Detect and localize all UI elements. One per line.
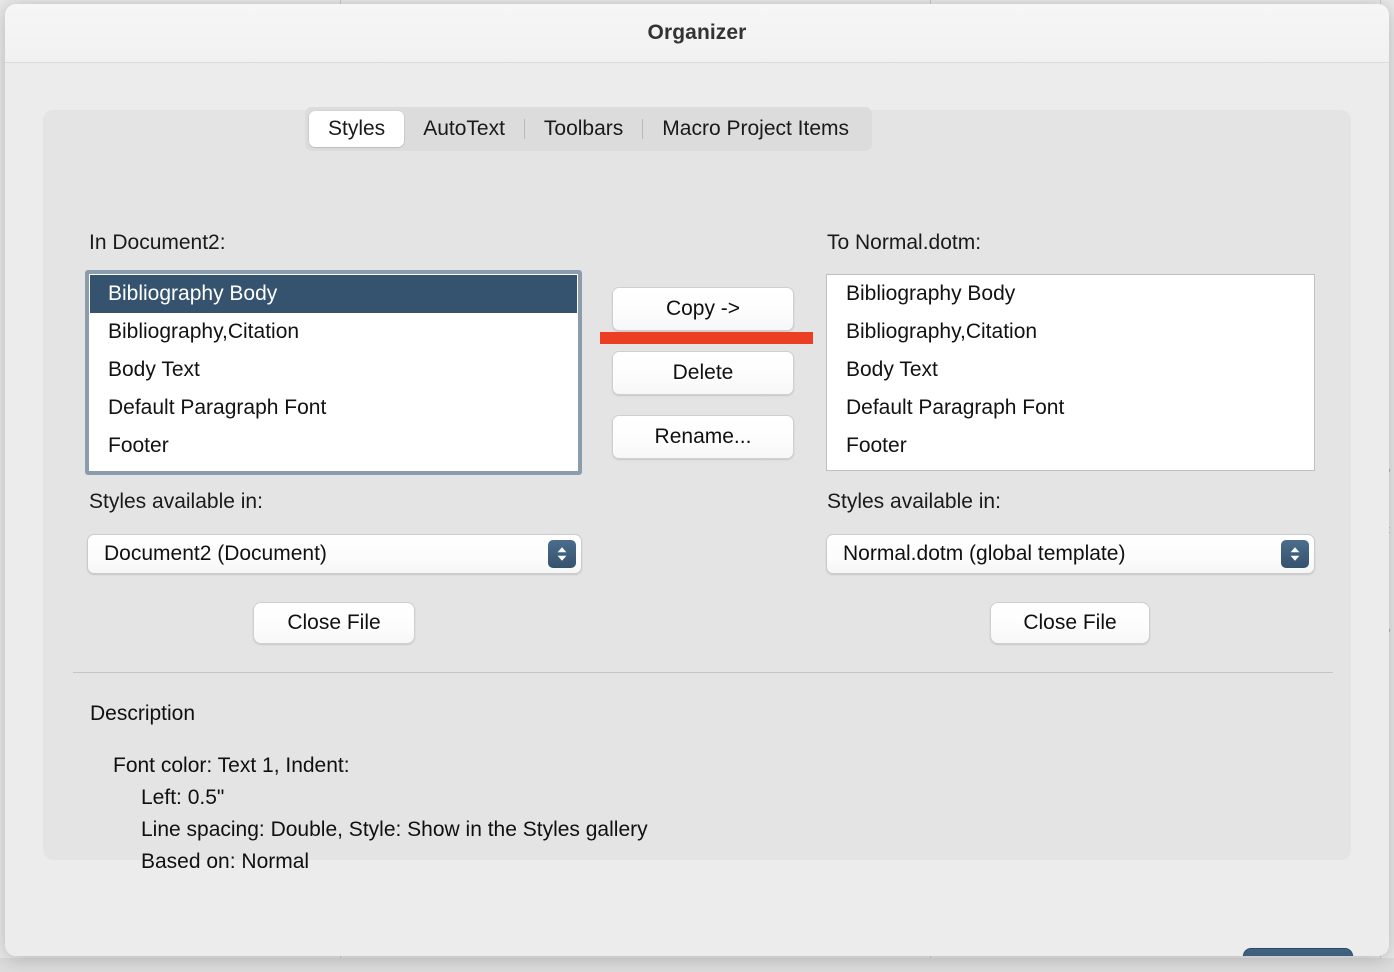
copy-button[interactable]: Copy ->: [612, 287, 794, 331]
left-available-label: Styles available in:: [89, 490, 263, 513]
target-scope-select[interactable]: Normal.dotm (global template): [826, 534, 1315, 574]
delete-button-label: Delete: [672, 361, 734, 384]
tab-styles[interactable]: Styles: [309, 111, 405, 147]
tab-styles-label: Styles: [328, 117, 386, 140]
annotation-highlight-bar: [600, 332, 813, 344]
organizer-dialog: Organizer Styles AutoText Toolbars Macro…: [5, 4, 1389, 956]
description-heading: Description: [90, 702, 196, 725]
tab-macro-project-items[interactable]: Macro Project Items: [643, 111, 868, 147]
page-title: Organizer: [647, 21, 747, 44]
dialog-body: Styles AutoText Toolbars Macro Project I…: [5, 63, 1389, 956]
description-line-1: Font color: Text 1, Indent:: [113, 754, 350, 777]
list-item[interactable]: Footer: [90, 427, 577, 465]
left-list-label: In Document2:: [89, 231, 226, 254]
description-line-3: Line spacing: Double, Style: Show in the…: [141, 818, 648, 841]
delete-button[interactable]: Delete: [612, 351, 794, 395]
tab-bar: Styles AutoText Toolbars Macro Project I…: [305, 107, 873, 151]
list-item[interactable]: Body Text: [90, 351, 577, 389]
tab-autotext-label: AutoText: [423, 117, 505, 140]
rename-button[interactable]: Rename...: [612, 415, 794, 459]
description-text: Font color: Text 1, Indent: Left: 0.5" L…: [113, 750, 1293, 878]
source-scope-select[interactable]: Document2 (Document): [87, 534, 582, 574]
section-divider: [73, 672, 1333, 673]
list-item[interactable]: Footer: [827, 427, 1314, 465]
close-source-file-button[interactable]: Close File: [253, 602, 415, 644]
dialog-titlebar: Organizer: [5, 4, 1389, 63]
rename-button-label: Rename...: [654, 425, 752, 448]
target-styles-listbox[interactable]: Bibliography Body Bibliography,Citation …: [826, 274, 1315, 471]
chevron-updown-icon[interactable]: [1281, 540, 1309, 568]
list-item[interactable]: Bibliography,Citation: [90, 313, 577, 351]
chevron-updown-icon[interactable]: [548, 540, 576, 568]
list-item[interactable]: Default Paragraph Font: [827, 389, 1314, 427]
list-item[interactable]: Bibliography,Citation: [827, 313, 1314, 351]
list-item[interactable]: Bibliography Body: [90, 275, 577, 313]
tab-toolbars[interactable]: Toolbars: [525, 111, 642, 147]
right-available-label: Styles available in:: [827, 490, 1001, 513]
copy-button-label: Copy ->: [665, 297, 741, 320]
source-styles-list: Bibliography Body Bibliography,Citation …: [89, 274, 578, 471]
close-target-file-button[interactable]: Close File: [990, 602, 1150, 644]
tab-autotext[interactable]: AutoText: [404, 111, 524, 147]
source-styles-listbox[interactable]: Bibliography Body Bibliography,Citation …: [85, 270, 582, 475]
source-scope-value: Document2 (Document): [104, 542, 327, 565]
tab-toolbars-label: Toolbars: [543, 117, 624, 140]
description-line-4: Based on: Normal: [141, 850, 310, 873]
content-panel: [43, 110, 1351, 860]
close-source-file-label: Close File: [287, 611, 381, 634]
tab-macro-project-items-label: Macro Project Items: [662, 117, 850, 140]
list-item[interactable]: Body Text: [827, 351, 1314, 389]
target-scope-value: Normal.dotm (global template): [843, 542, 1126, 565]
close-target-file-label: Close File: [1023, 611, 1117, 634]
close-button[interactable]: Close: [1243, 948, 1353, 956]
list-item[interactable]: Default Paragraph Font: [90, 389, 577, 427]
description-line-2: Left: 0.5": [141, 786, 225, 809]
list-item[interactable]: Bibliography Body: [827, 275, 1314, 313]
right-list-label: To Normal.dotm:: [827, 231, 982, 254]
background-bottom-strip: [0, 958, 1394, 972]
